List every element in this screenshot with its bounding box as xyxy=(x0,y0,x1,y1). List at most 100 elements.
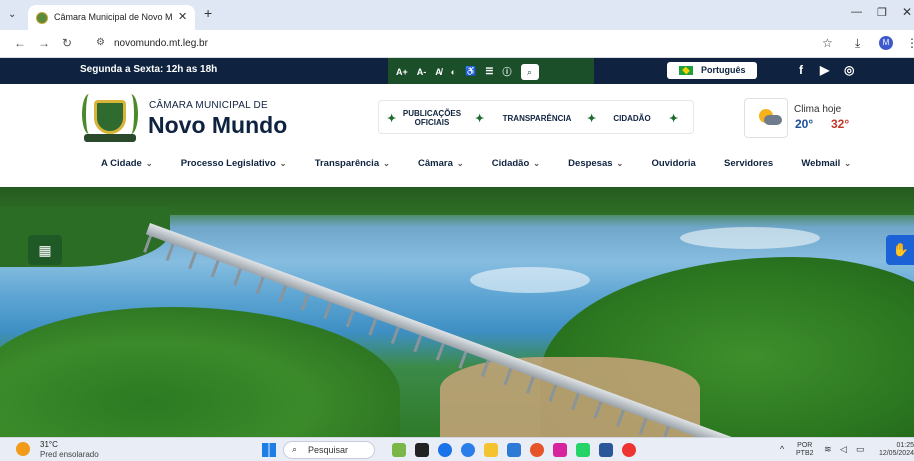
youtube-icon[interactable]: ▶ xyxy=(820,63,829,77)
chrome-icon[interactable] xyxy=(438,443,452,457)
menu-label: Transparência xyxy=(314,157,380,169)
menu-item-transparencia[interactable]: Transparência ⌄ xyxy=(315,158,390,169)
crest-leaf-right xyxy=(124,94,138,134)
menu-item-camara[interactable]: Câmara ⌄ xyxy=(418,158,464,169)
org-name-small: CÂMARA MUNICIPAL DE xyxy=(149,100,268,111)
sparkle-icon: ✦ xyxy=(669,113,679,125)
cloud-icon xyxy=(764,115,782,125)
tab-list-chevron-icon[interactable]: ⌄ xyxy=(8,9,16,20)
forward-icon[interactable]: → xyxy=(38,36,50,50)
profile-avatar[interactable]: M xyxy=(879,36,893,50)
accessibility-icon[interactable]: ♿ xyxy=(465,66,476,77)
taskbar-temperature: 31°C xyxy=(40,440,58,449)
windows-start-icon[interactable] xyxy=(262,443,276,457)
weather-sun-icon[interactable] xyxy=(16,442,30,456)
menu-item-webmail[interactable]: Webmail ⌄ xyxy=(801,158,851,169)
clock[interactable]: 01:25 12/05/2024 xyxy=(874,442,914,458)
sparkle-icon: ✦ xyxy=(587,113,597,125)
browser-app-icon[interactable] xyxy=(530,443,544,457)
menu-item-cidadao[interactable]: Cidadão ⌄ xyxy=(492,158,540,169)
qr-code-icon[interactable]: ▦ xyxy=(28,235,62,265)
org-name-big[interactable]: Novo Mundo xyxy=(148,112,287,139)
office-hours: Segunda a Sexta: 12h as 18h xyxy=(80,64,218,75)
chevron-down-icon: ⌄ xyxy=(616,158,624,168)
menu-label: Ouvidoria xyxy=(651,157,696,169)
maximize-icon[interactable]: ❐ xyxy=(877,6,887,19)
edge-icon[interactable] xyxy=(461,443,475,457)
municipal-crest-logo[interactable] xyxy=(82,90,138,142)
menu-item-a-cidade[interactable]: A Cidade ⌄ xyxy=(101,158,153,169)
taskbar-weather-desc: Pred ensolarado xyxy=(40,450,99,459)
menu-label: Processo Legislativo xyxy=(180,157,276,169)
sitemap-icon[interactable]: ☰ xyxy=(485,66,493,77)
battery-icon[interactable]: ▭ xyxy=(856,444,865,455)
accessibility-toolbar: A+ A- A̸ ◐ ♿ ☰ ⓘ ⌕ xyxy=(388,58,594,85)
font-increase-button[interactable]: A+ xyxy=(396,67,408,77)
favicon-icon xyxy=(36,12,48,24)
menu-item-despesas[interactable]: Despesas ⌄ xyxy=(568,158,623,169)
menu-label: Câmara xyxy=(418,157,453,169)
clock-date: 12/05/2024 xyxy=(878,450,914,457)
chevron-down-icon: ⌄ xyxy=(456,158,464,168)
site-top-bar: Segunda a Sexta: 12h as 18h A+ A- A̸ ◐ ♿… xyxy=(0,58,914,85)
quick-link-publicacoes[interactable]: PUBLICAÇÕES OFICIAIS xyxy=(399,109,465,127)
menu-label: Cidadão xyxy=(491,157,530,169)
bookmark-star-icon[interactable]: ☆ xyxy=(822,36,833,50)
menu-label: Despesas xyxy=(568,157,613,169)
menu-item-processo-legislativo[interactable]: Processo Legislativo ⌄ xyxy=(181,158,287,169)
file-explorer-icon[interactable] xyxy=(484,443,498,457)
instagram-app-icon[interactable] xyxy=(553,443,567,457)
quick-link-transparencia[interactable]: TRANSPARÊNCIA xyxy=(497,114,577,123)
tray-chevron-icon[interactable]: ^ xyxy=(780,444,784,454)
contrast-button[interactable]: ◐ xyxy=(451,67,456,77)
back-icon[interactable]: ← xyxy=(14,36,26,50)
hero-left-shore xyxy=(0,207,170,267)
taskbar-search[interactable]: ⌕ Pesquisar xyxy=(283,441,375,459)
menu-item-servidores[interactable]: Servidores xyxy=(724,158,773,169)
search-icon[interactable]: ⌕ xyxy=(520,63,539,80)
instagram-icon[interactable]: ◎ xyxy=(844,63,854,77)
quick-link-line: CIDADÃO xyxy=(613,114,651,123)
reload-icon[interactable]: ↻ xyxy=(62,36,72,50)
download-icon[interactable]: ⤓ xyxy=(855,36,860,51)
font-reset-button[interactable]: A̸ xyxy=(435,67,442,77)
quick-link-cidadao[interactable]: CIDADÃO xyxy=(605,114,659,123)
font-decrease-button[interactable]: A- xyxy=(417,67,427,77)
language-selector[interactable]: Português xyxy=(667,62,757,79)
widgets-app-icon[interactable] xyxy=(392,443,406,457)
lang-top: POR xyxy=(797,442,813,449)
chrome-profile-icon[interactable] xyxy=(622,443,636,457)
new-tab-icon[interactable]: + xyxy=(204,5,212,21)
search-icon: ⌕ xyxy=(292,444,298,454)
wifi-icon[interactable]: ≋ xyxy=(824,444,832,455)
quick-link-line: OFICIAIS xyxy=(414,118,450,127)
chevron-down-icon: ⌄ xyxy=(279,158,287,168)
quick-link-line: PUBLICAÇÕES xyxy=(402,109,462,118)
sign-language-icon[interactable]: ✋ xyxy=(886,235,914,265)
chevron-down-icon: ⌄ xyxy=(844,158,851,168)
facebook-icon[interactable]: f xyxy=(799,63,803,77)
store-icon[interactable] xyxy=(507,443,521,457)
input-language[interactable]: POR PTB2 xyxy=(796,442,814,458)
sky-reflection xyxy=(470,267,590,293)
url-text: novomundo.mt.leg.br xyxy=(114,38,208,49)
menu-label: Webmail xyxy=(801,157,841,169)
close-window-icon[interactable]: ✕ xyxy=(902,5,912,19)
info-icon[interactable]: ⓘ xyxy=(503,65,512,78)
menu-label: Servidores xyxy=(724,157,774,169)
menu-label: A Cidade xyxy=(101,157,142,169)
menu-item-ouvidoria[interactable]: Ouvidoria xyxy=(651,158,695,169)
browser-tab-bar: ⌄ Câmara Municipal de Novo Mu ✕ + — ❐ ✕ xyxy=(0,0,914,30)
minimize-icon[interactable]: — xyxy=(851,6,862,18)
browser-tab[interactable]: Câmara Municipal de Novo Mu ✕ xyxy=(28,5,195,30)
whatsapp-icon[interactable] xyxy=(576,443,590,457)
url-field[interactable]: ⚙ novomundo.mt.leg.br xyxy=(88,34,808,54)
site-info-icon[interactable]: ⚙ xyxy=(96,37,105,48)
browser-menu-icon[interactable]: ⋮ xyxy=(906,36,914,50)
word-icon[interactable] xyxy=(599,443,613,457)
temperature-min: 20° xyxy=(795,117,814,131)
hero-forest-left xyxy=(0,307,400,437)
close-tab-icon[interactable]: ✕ xyxy=(178,10,187,23)
task-view-icon[interactable] xyxy=(415,443,429,457)
volume-icon[interactable]: ◁ xyxy=(840,444,847,455)
